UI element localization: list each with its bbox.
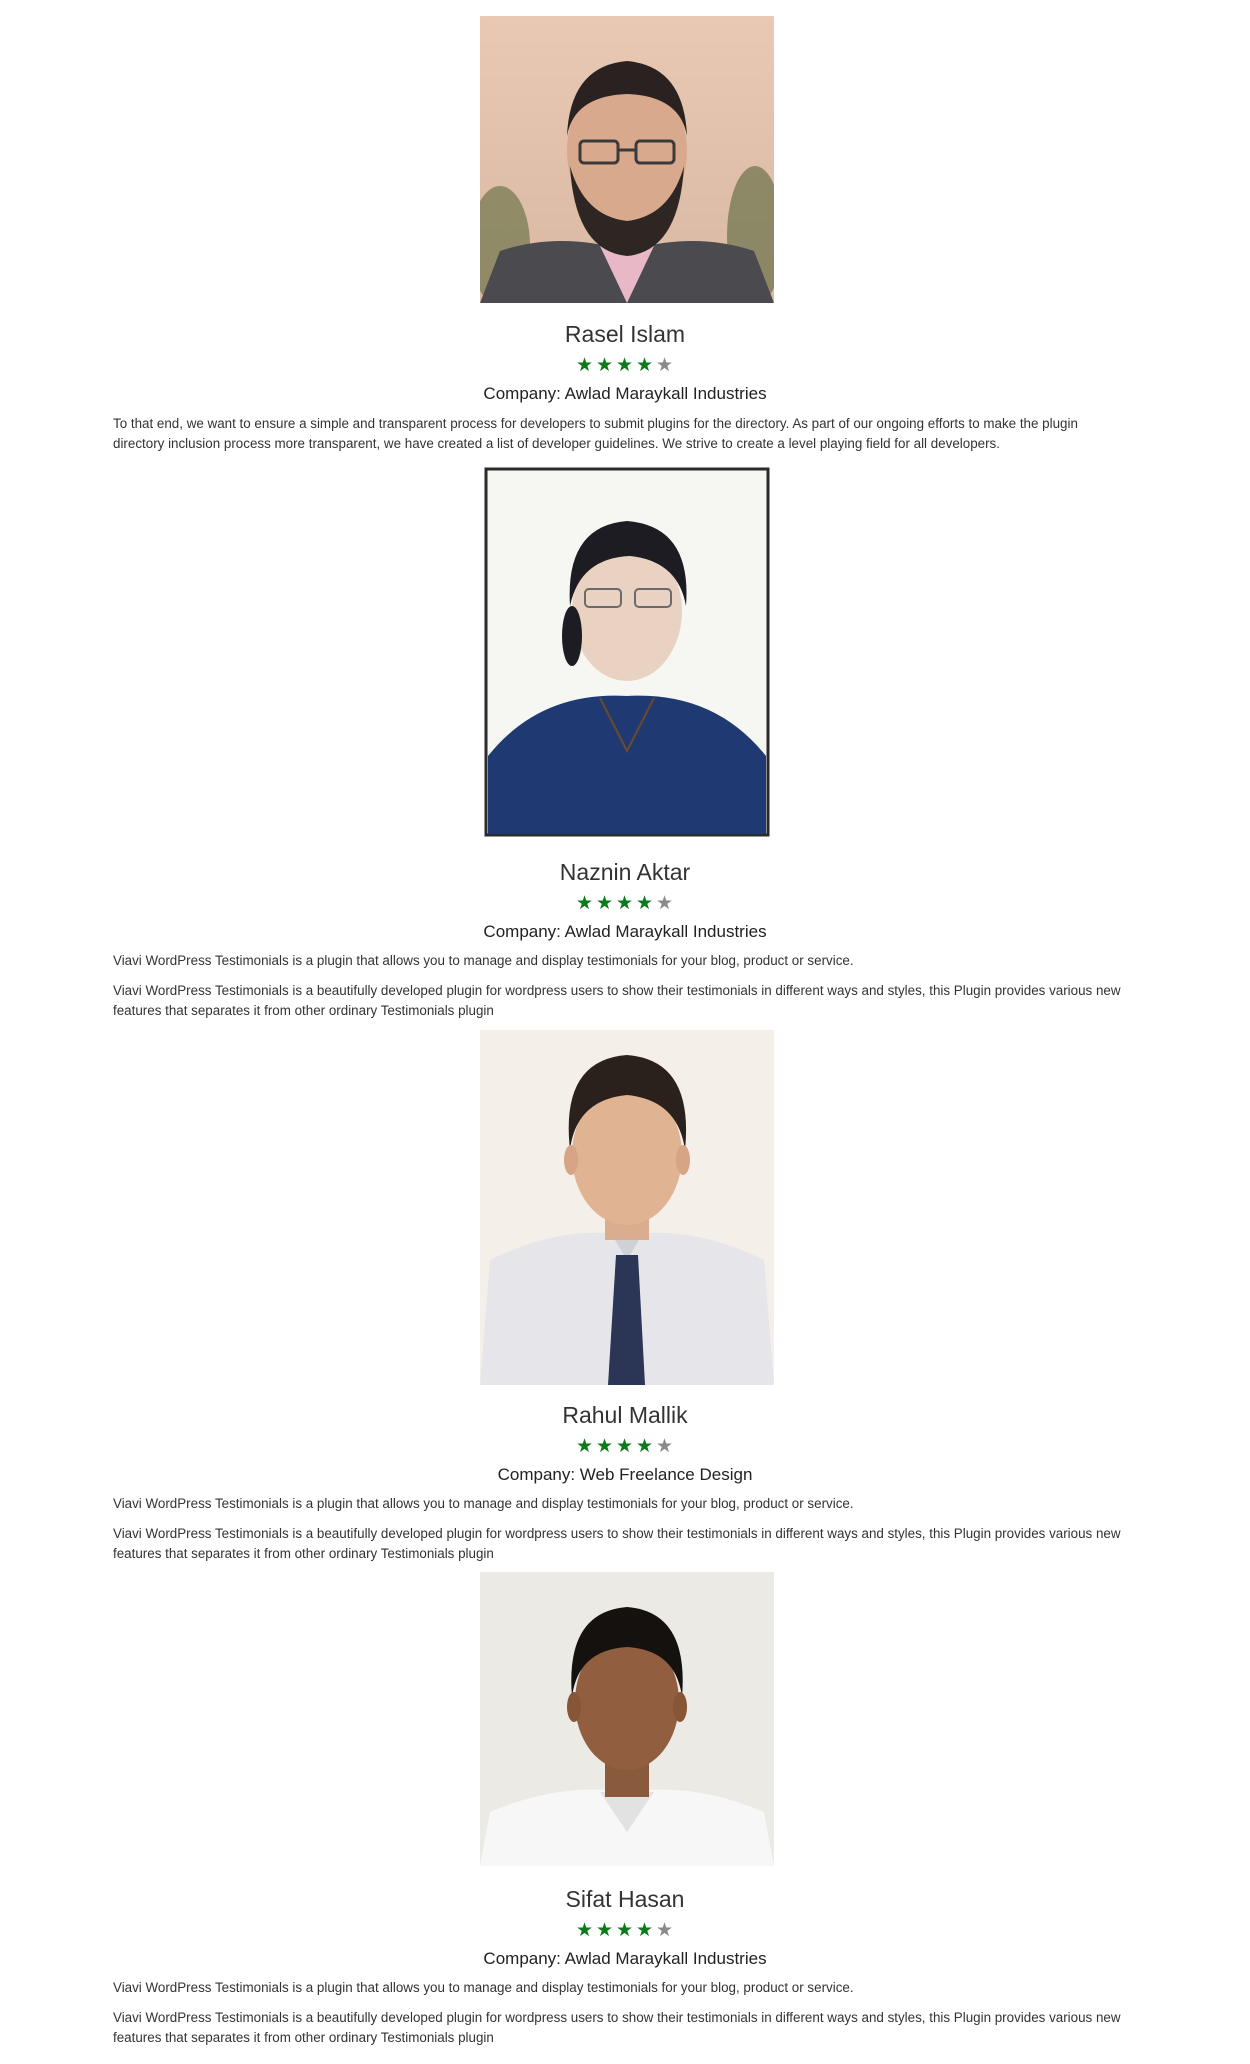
testimonial-text: Viavi WordPress Testimonials is a beauti… [113, 983, 1121, 1018]
star-filled-icon: ★ [615, 1920, 635, 1941]
testimonial-text: Viavi WordPress Testimonials is a beauti… [113, 1526, 1121, 1561]
testimonial-company: Company: Awlad Maraykall Industries [483, 1949, 767, 1968]
star-filled-icon: ★ [635, 1920, 655, 1941]
star-rating: ★ ★ ★ ★ ★ [0, 356, 1250, 376]
star-empty-icon: ★ [655, 355, 675, 376]
avatar [480, 1572, 774, 1866]
star-empty-icon: ★ [655, 893, 675, 914]
star-empty-icon: ★ [655, 1436, 675, 1457]
avatar [480, 1030, 774, 1385]
star-rating: ★ ★ ★ ★ ★ [0, 1921, 1250, 1941]
testimonial-name: Sifat Hasan [565, 1886, 685, 1912]
star-filled-icon: ★ [635, 355, 655, 376]
testimonial-name: Rahul Mallik [562, 1402, 688, 1428]
star-filled-icon: ★ [595, 1436, 615, 1457]
avatar [480, 466, 774, 841]
testimonial-company: Company: Awlad Maraykall Industries [483, 384, 767, 403]
star-filled-icon: ★ [635, 893, 655, 914]
star-empty-icon: ★ [655, 1920, 675, 1941]
star-filled-icon: ★ [575, 355, 595, 376]
star-filled-icon: ★ [635, 1436, 655, 1457]
star-filled-icon: ★ [575, 1436, 595, 1457]
star-rating: ★ ★ ★ ★ ★ [0, 894, 1250, 914]
testimonial-name: Naznin Aktar [559, 859, 691, 885]
star-filled-icon: ★ [595, 893, 615, 914]
star-filled-icon: ★ [615, 1436, 635, 1457]
star-filled-icon: ★ [595, 1920, 615, 1941]
testimonial-text: To that end, we want to ensure a simple … [113, 416, 1078, 451]
testimonial-text: Viavi WordPress Testimonials is a plugin… [113, 1496, 854, 1511]
testimonial-text: Viavi WordPress Testimonials is a plugin… [113, 953, 854, 968]
testimonial-text: Viavi WordPress Testimonials is a beauti… [113, 2010, 1121, 2045]
star-filled-icon: ★ [575, 893, 595, 914]
avatar [480, 16, 774, 303]
star-filled-icon: ★ [575, 1920, 595, 1941]
star-rating: ★ ★ ★ ★ ★ [0, 1437, 1250, 1457]
star-filled-icon: ★ [595, 355, 615, 376]
star-filled-icon: ★ [615, 355, 635, 376]
testimonial-name: Rasel Islam [564, 321, 686, 347]
testimonial-company: Company: Web Freelance Design [497, 1465, 753, 1484]
testimonial-text: Viavi WordPress Testimonials is a plugin… [113, 1980, 854, 1995]
star-filled-icon: ★ [615, 893, 635, 914]
testimonial-company: Company: Awlad Maraykall Industries [483, 922, 767, 941]
